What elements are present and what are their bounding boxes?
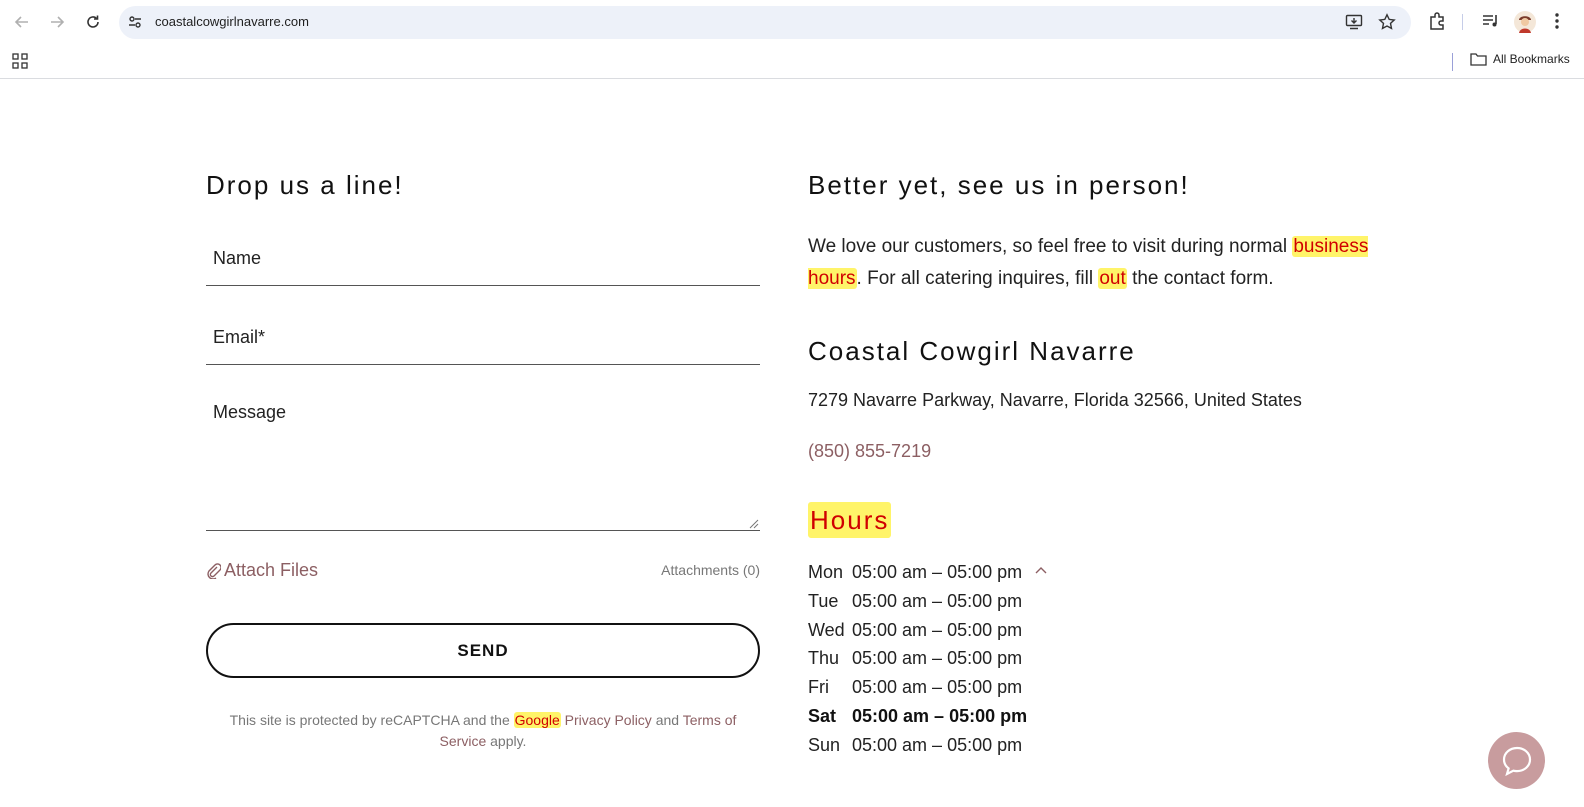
reload-icon (87, 15, 99, 28)
apps-grid-icon (12, 53, 28, 69)
kebab-menu-icon (1555, 13, 1559, 29)
send-label: SEND (457, 640, 509, 660)
toolbar-divider (1462, 14, 1463, 30)
chat-button[interactable] (1488, 732, 1545, 789)
star-icon (1378, 13, 1396, 30)
install-app-icon (1345, 14, 1363, 30)
hours-time: 05:00 am – 05:00 pm (852, 677, 1023, 698)
chat-bubble-icon (1502, 746, 1531, 776)
business-address: 7279 Navarre Parkway, Navarre, Florida 3… (808, 390, 1302, 410)
hours-time: 05:00 am – 05:00 pm (852, 619, 1023, 640)
hours-heading: Hours (808, 502, 892, 538)
intro-highlight-out: out (1098, 268, 1127, 289)
hours-day: Sat (808, 705, 837, 726)
site-info-button[interactable] (127, 14, 143, 35)
all-bookmarks-button[interactable]: All Bookmarks (1470, 52, 1570, 66)
attachments-count: Attachments (0) (661, 562, 760, 578)
browser-menu-button[interactable] (1554, 11, 1560, 36)
url-text[interactable]: coastalcowgirlnavarre.com (155, 14, 309, 29)
hours-day: Wed (808, 619, 845, 640)
browser-toolbar: coastalcowgirlnavarre.com (0, 0, 1584, 44)
arrow-left-icon (14, 16, 28, 28)
attach-files-label: Attach Files (224, 560, 319, 580)
recaptcha-notice: This site is protected by reCAPTCHA and … (206, 710, 760, 752)
visit-info: Better yet, see us in person! We love ou… (808, 170, 1408, 755)
apps-button[interactable] (12, 53, 28, 74)
hours-day: Mon (808, 562, 844, 582)
hours-day: Fri (808, 677, 829, 698)
chevron-up-icon[interactable] (1035, 566, 1047, 574)
business-name: Coastal Cowgirl Navarre (808, 336, 1136, 366)
intro-text-2: . For all catering inquires, fill (856, 268, 1094, 289)
name-input[interactable]: Name (206, 237, 760, 286)
bookmarks-bar: All Bookmarks (0, 44, 1584, 79)
arrow-right-icon (51, 16, 65, 28)
recaptcha-prefix: This site is protected by reCAPTCHA and … (229, 712, 510, 728)
bookmark-star-button[interactable] (1378, 13, 1396, 36)
message-placeholder: Message (213, 402, 287, 422)
media-control-button[interactable] (1481, 11, 1501, 36)
email-input[interactable]: Email* (206, 316, 760, 365)
hours-time: 05:00 am – 05:00 pm (852, 590, 1023, 611)
send-button[interactable]: SEND (206, 623, 760, 678)
contact-form: Drop us a line! Name Email* Message Atta… (206, 170, 760, 749)
hours-day: Tue (808, 590, 839, 611)
media-control-icon (1483, 15, 1497, 27)
folder-icon (1470, 53, 1487, 66)
visit-intro: We love our customers, so feel free to v… (808, 231, 1378, 295)
back-button[interactable] (10, 10, 34, 34)
message-textarea[interactable]: Message (206, 395, 760, 531)
email-placeholder: Email* (213, 327, 266, 347)
hours-time: 05:00 am – 05:00 pm (852, 562, 1023, 582)
puzzle-icon (1430, 12, 1444, 30)
resize-handle-icon[interactable] (749, 519, 759, 529)
name-placeholder: Name (213, 248, 262, 268)
all-bookmarks-label: All Bookmarks (1493, 52, 1570, 66)
extensions-button[interactable] (1428, 11, 1448, 36)
hours-time: 05:00 am – 05:00 pm (852, 648, 1023, 669)
phone-link[interactable]: (850) 855-7219 (808, 441, 931, 462)
address-bar[interactable]: coastalcowgirlnavarre.com (119, 6, 1411, 39)
intro-text-3: the contact form. (1132, 268, 1274, 289)
hours-time: 05:00 am – 05:00 pm (852, 705, 1028, 726)
hours-day: Thu (808, 648, 840, 669)
bookmarks-divider (1452, 53, 1453, 71)
attach-files-button[interactable]: Attach Files (206, 560, 318, 581)
recaptcha-suffix: apply. (490, 733, 527, 749)
privacy-policy-link[interactable]: Privacy Policy (565, 712, 652, 728)
hours-time: 05:00 am – 05:00 pm (852, 734, 1023, 755)
intro-text-1: We love our customers, so feel free to v… (808, 236, 1288, 257)
recaptcha-and: and (655, 712, 680, 728)
tune-icon (129, 16, 141, 28)
visit-heading: Better yet, see us in person! (808, 170, 1190, 200)
profile-avatar[interactable] (1514, 11, 1536, 38)
paperclip-icon (207, 563, 221, 579)
google-highlight: Google (513, 712, 561, 728)
hours-day: Sun (808, 734, 841, 755)
contact-form-heading: Drop us a line! (206, 170, 404, 200)
reload-button[interactable] (81, 10, 105, 34)
profile-avatar-icon (1514, 11, 1536, 33)
install-app-button[interactable] (1345, 14, 1363, 35)
forward-button[interactable] (45, 10, 69, 34)
